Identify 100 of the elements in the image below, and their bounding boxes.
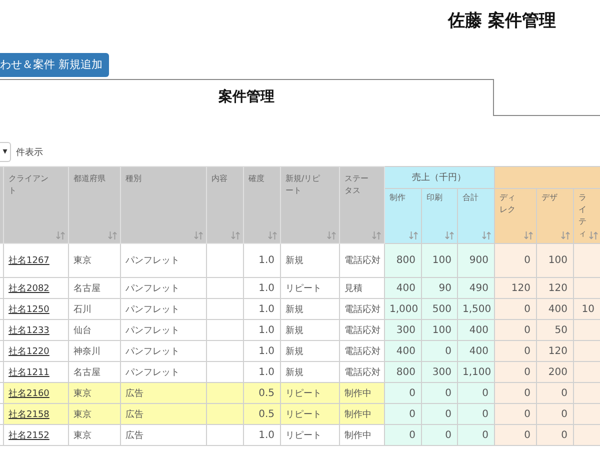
table-cell: 名古屋 (68, 362, 120, 382)
table-cell: 0 (494, 382, 536, 404)
sort-icon[interactable] (268, 231, 276, 240)
table-cell: 490 (457, 278, 494, 298)
sort-icon[interactable] (194, 231, 202, 240)
sort-icon[interactable] (588, 231, 598, 240)
table-cell: 0 (536, 424, 574, 446)
table-cell: 電話応対 (339, 362, 384, 382)
table-cell: 広告 (120, 404, 206, 424)
table-cell: 1.0 (243, 340, 280, 362)
table-cell: 500 (421, 298, 457, 320)
column-header[interactable]: 制作 (384, 188, 421, 244)
table-cell: 0 (457, 404, 494, 424)
sort-icon[interactable] (444, 231, 454, 240)
tab[interactable]: 案件管理 (0, 79, 494, 116)
table-cell: 東京 (68, 424, 120, 446)
table-cell: 0 (457, 382, 494, 404)
table-cell: 900 (457, 244, 494, 278)
table-cell: 120 (536, 278, 574, 298)
table-cell: 0 (421, 424, 457, 446)
table-cell: 東京 (68, 404, 120, 424)
group-header: 売上（千円） (384, 166, 494, 188)
sort-icon[interactable] (372, 231, 380, 240)
sort-icon[interactable] (326, 231, 336, 240)
table-cell: 1.0 (243, 320, 280, 340)
column-header[interactable]: 新規/リピート (280, 166, 339, 244)
table-cell: 1,500 (457, 298, 494, 320)
column-header[interactable]: 種別 (120, 166, 206, 244)
column-header[interactable]: 確度 (243, 166, 280, 244)
add-new-button[interactable]: わせ＆案件 新規追加 (0, 53, 108, 77)
table-cell: 1,000 (384, 298, 421, 320)
sort-icon[interactable] (482, 231, 491, 240)
table-cell: 400 (384, 340, 421, 362)
table-cell: 0.5 (243, 382, 280, 404)
column-header[interactable]: 都道府県 (68, 166, 120, 244)
table-cell: 400 (457, 320, 494, 340)
table-cell: 0 (421, 340, 457, 362)
table-cell: 0 (384, 424, 421, 446)
table-cell: 石川 (68, 298, 120, 320)
table-cell: 0 (421, 382, 457, 404)
page-title: 佐藤 案件管理 (448, 10, 556, 32)
table-cell: 東京 (68, 244, 120, 278)
table-cell: 1.0 (243, 298, 280, 320)
table-cell: 0 (494, 340, 536, 362)
table-cell: 新規 (280, 320, 339, 340)
table-cell: 120 (494, 278, 536, 298)
table-cell: 神奈川 (68, 340, 120, 362)
table-cell: パンフレット (120, 340, 206, 362)
sort-icon[interactable] (108, 231, 116, 240)
table-cell: 0 (494, 320, 536, 340)
client-link[interactable]: 社名1267 (8, 256, 50, 266)
table-cell: 0 (494, 362, 536, 382)
table-cell: リピート (280, 382, 339, 404)
sort-icon[interactable] (56, 231, 64, 240)
table-cell: 10 (573, 298, 600, 320)
table-cell: 400 (384, 278, 421, 298)
table-cell: 仙台 (68, 320, 120, 340)
table-cell: 新規 (280, 340, 339, 362)
table-cell: 見積 (339, 278, 384, 298)
table-cell: 0 (494, 244, 536, 278)
column-header[interactable]: ステータス (339, 166, 384, 244)
table-cell: 1.0 (243, 424, 280, 446)
column-header[interactable]: ライティ (573, 188, 600, 244)
sort-icon[interactable] (560, 231, 570, 240)
table-cell: 0 (384, 382, 421, 404)
table-cell: リピート (280, 278, 339, 298)
table-cell: 0 (536, 382, 574, 404)
column-header[interactable]: デザ (536, 188, 574, 244)
page-length-select[interactable]: ▾ (0, 142, 11, 162)
table-cell: リピート (280, 424, 339, 446)
column-header[interactable]: 合計 (457, 188, 494, 244)
table-cell: 800 (384, 362, 421, 382)
table-cell: 300 (421, 362, 457, 382)
table-cell: 100 (421, 244, 457, 278)
column-header[interactable]: 印刷 (421, 188, 457, 244)
table-cell: パンフレット (120, 362, 206, 382)
column-header[interactable]: 内容 (206, 166, 243, 244)
table-cell: 200 (536, 362, 574, 382)
table-cell: パンフレット (120, 244, 206, 278)
sort-icon[interactable] (524, 231, 533, 240)
column-header[interactable]: ディレク (494, 188, 536, 244)
table-cell: 新規 (280, 362, 339, 382)
table-cell: 0 (494, 404, 536, 424)
sort-icon[interactable] (230, 231, 240, 240)
sort-icon[interactable] (408, 231, 418, 240)
table-cell: リピート (280, 404, 339, 424)
table-cell: 広告 (120, 424, 206, 446)
table-cell: 50 (536, 320, 574, 340)
table-cell: 電話応対 (339, 298, 384, 320)
table-cell: 東京 (68, 382, 120, 404)
table-cell: 0 (494, 298, 536, 320)
table-cell: パンフレット (120, 298, 206, 320)
table-cell: 0 (494, 424, 536, 446)
table-cell: 0 (536, 404, 574, 424)
table-cell: 新規 (280, 244, 339, 278)
table-cell: 100 (536, 244, 574, 278)
table-cell: 1.0 (243, 244, 280, 278)
column-header[interactable]: クライアント (3, 166, 68, 244)
page-length-label: 件表示 (16, 146, 43, 158)
table-cell: 1,100 (457, 362, 494, 382)
